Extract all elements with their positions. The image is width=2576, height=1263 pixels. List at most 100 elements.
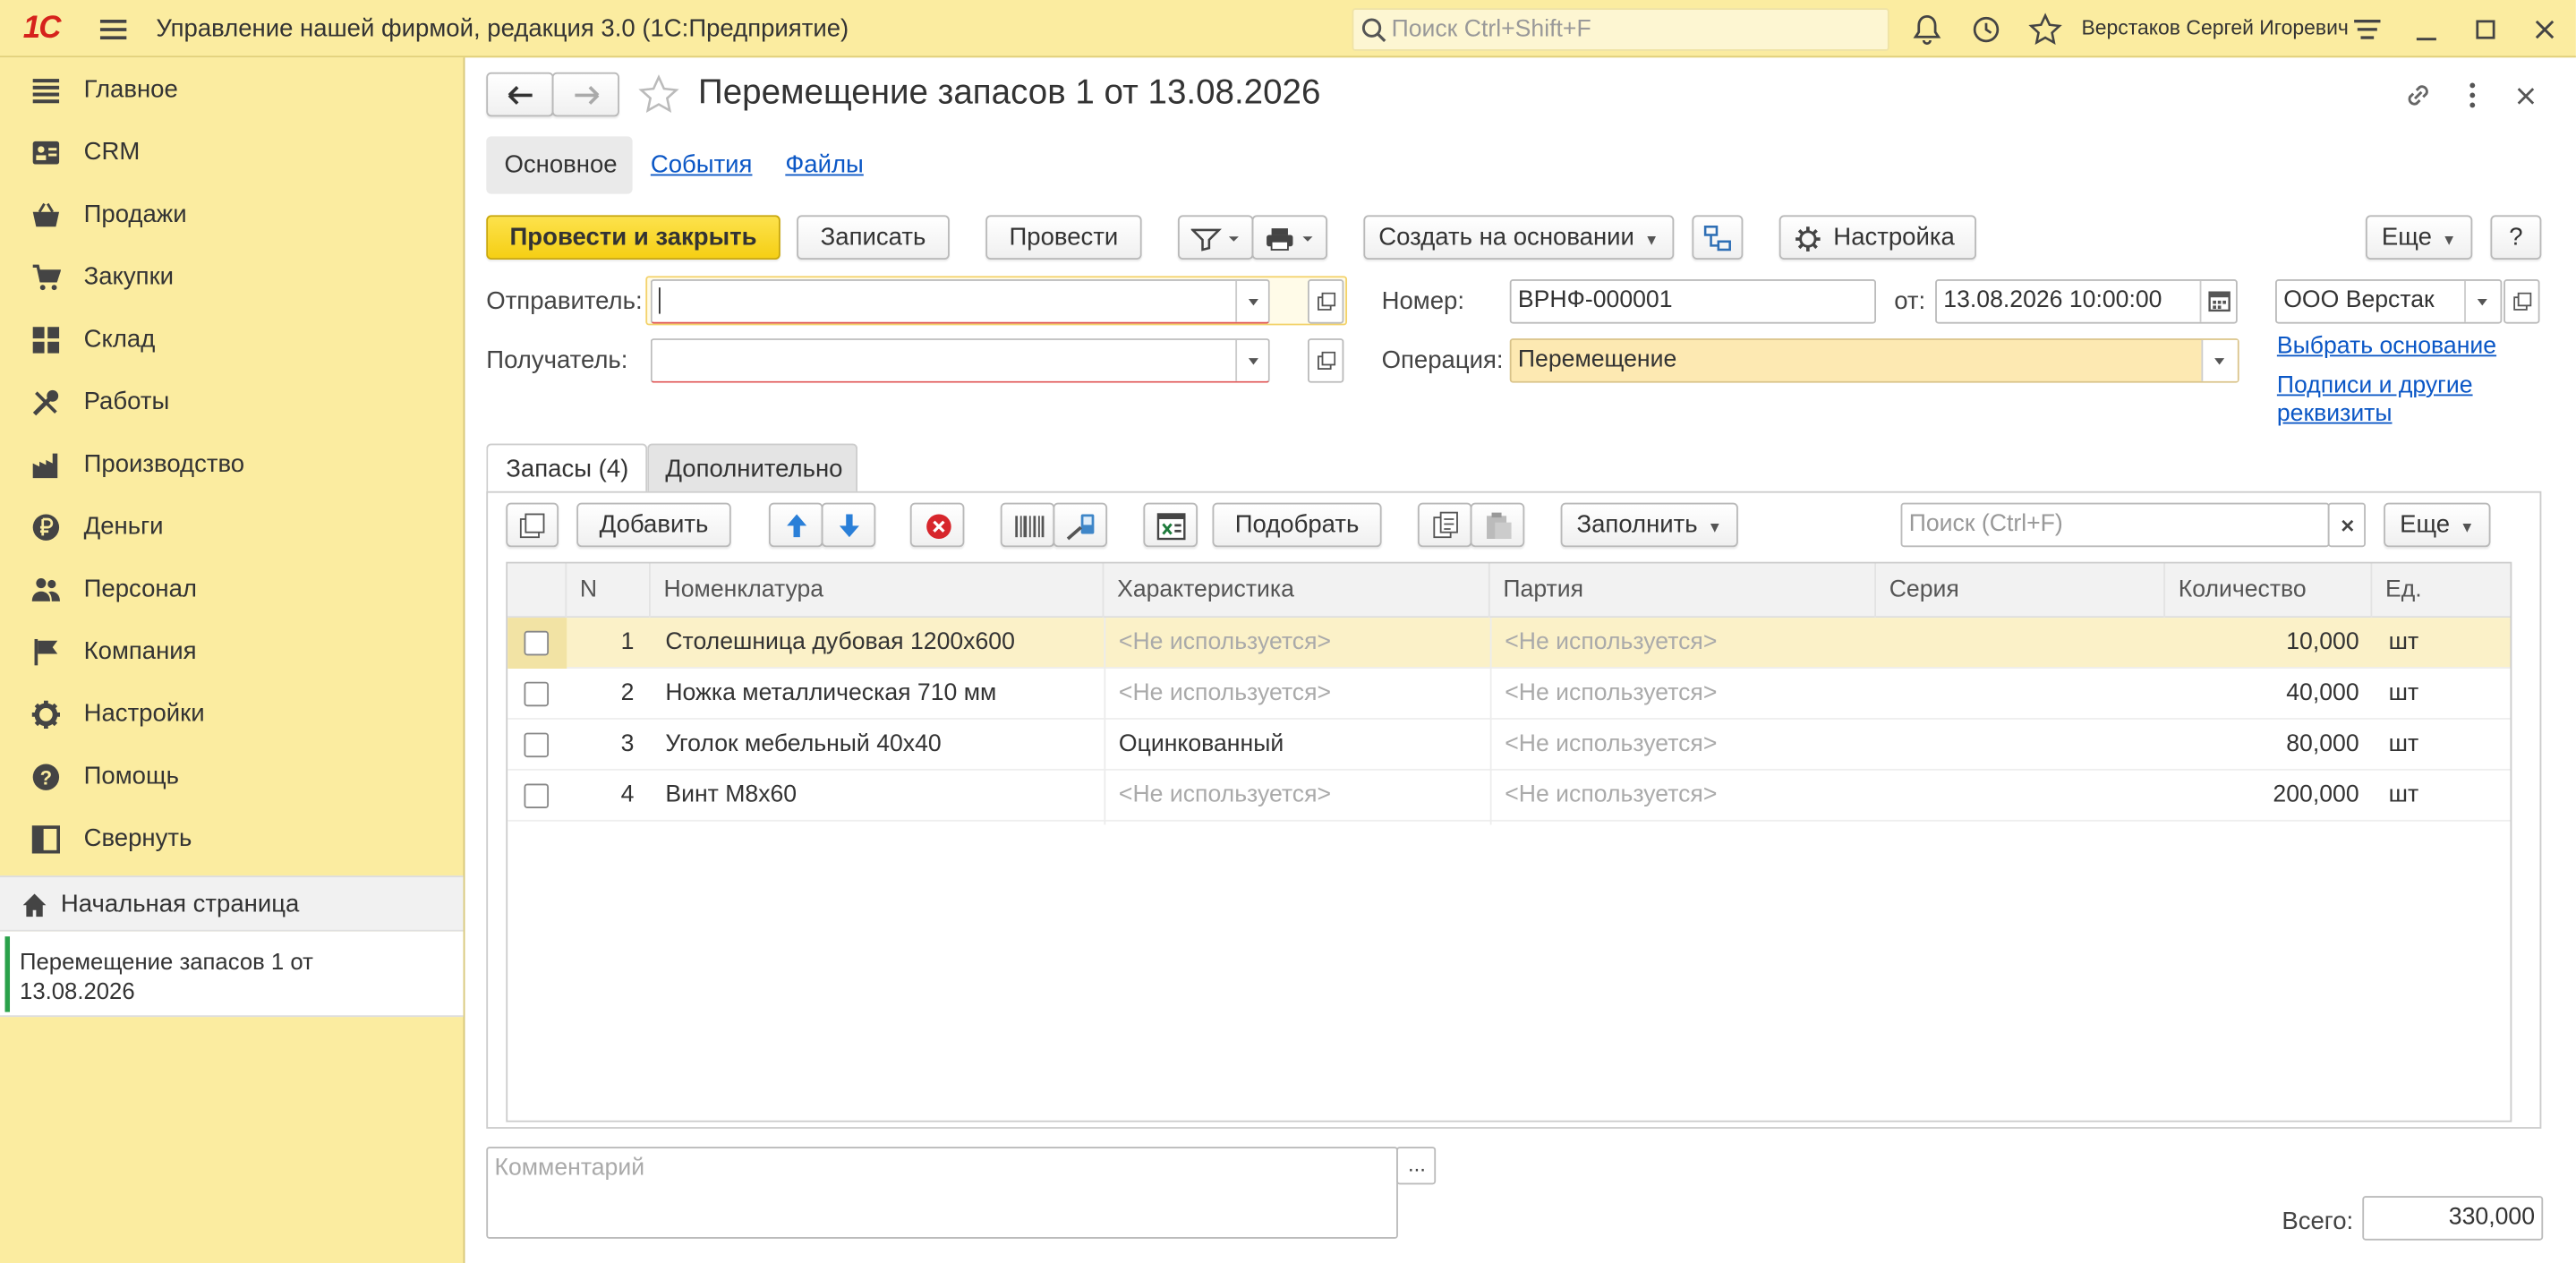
- tab-main[interactable]: Основное: [486, 136, 633, 194]
- maximize-icon[interactable]: [2468, 12, 2503, 47]
- post-and-close-button[interactable]: Провести и закрыть: [486, 215, 780, 260]
- date-input[interactable]: 13.08.2026 10:00:00: [1935, 279, 2238, 324]
- column-n[interactable]: N: [567, 563, 651, 619]
- more-label: Еще: [2381, 223, 2432, 252]
- open-link-icon: [1317, 351, 1336, 370]
- signatures-link[interactable]: Подписи и другие реквизиты: [2277, 373, 2556, 429]
- row-checkbox[interactable]: [524, 783, 550, 809]
- sidebar-item-company[interactable]: Компания: [0, 621, 464, 684]
- copy-rows-button[interactable]: [506, 502, 559, 548]
- close-window-icon[interactable]: [2527, 12, 2563, 47]
- column-characteristic[interactable]: Характеристика: [1104, 563, 1490, 619]
- tab-additional[interactable]: Дополнительно: [647, 443, 858, 493]
- notifications-bell-icon[interactable]: [1909, 12, 1945, 47]
- choose-basis-link[interactable]: Выбрать основание: [2277, 334, 2496, 360]
- minimize-icon[interactable]: [2409, 12, 2444, 47]
- tab-events[interactable]: События: [651, 151, 753, 179]
- paste-icon: [1487, 512, 1512, 540]
- history-icon[interactable]: [1968, 12, 2004, 47]
- copy-to-clipboard-button[interactable]: [1417, 502, 1472, 548]
- organization-select[interactable]: ООО Верстак: [2275, 279, 2503, 324]
- row-checkbox[interactable]: [524, 681, 550, 707]
- settings-button[interactable]: Настройка: [1778, 215, 1976, 260]
- sidebar-item-works[interactable]: Работы: [0, 371, 464, 434]
- open-window-tab[interactable]: Перемещение запасов 1 от 13.08.2026: [0, 931, 464, 1018]
- tab-files[interactable]: Файлы: [785, 151, 863, 179]
- more-actions-icon[interactable]: [2458, 77, 2487, 113]
- settings-menu-icon[interactable]: [2350, 12, 2385, 47]
- sidebar-item-money[interactable]: Деньги: [0, 496, 464, 559]
- column-series[interactable]: Серия: [1876, 563, 2166, 619]
- row-checkbox[interactable]: [524, 630, 550, 656]
- clear-search-button[interactable]: [2327, 502, 2366, 548]
- filter-icon: [1190, 228, 1239, 252]
- filter-dropdown-button[interactable]: [1177, 215, 1254, 260]
- post-button[interactable]: Провести: [985, 215, 1142, 260]
- receiver-open-button[interactable]: [1307, 338, 1344, 383]
- back-button[interactable]: [486, 72, 554, 117]
- column-quantity[interactable]: Количество: [2165, 563, 2373, 619]
- add-row-button[interactable]: Добавить: [576, 502, 731, 548]
- link-icon[interactable]: [2401, 77, 2436, 113]
- home-page-link[interactable]: Начальная страница: [0, 875, 464, 932]
- fill-button[interactable]: Заполнить ▼: [1560, 502, 1738, 548]
- barcode-button[interactable]: [1000, 502, 1055, 548]
- sidebar-item-warehouse[interactable]: Склад: [0, 309, 464, 371]
- main-menu-icon[interactable]: [95, 13, 131, 47]
- scanner-button[interactable]: [1053, 502, 1108, 548]
- delete-row-button[interactable]: [909, 502, 965, 548]
- forward-button[interactable]: [551, 72, 619, 117]
- sender-input[interactable]: [650, 279, 1270, 324]
- print-dropdown-button[interactable]: [1251, 215, 1328, 260]
- table-search-input[interactable]: Поиск (Ctrl+F): [1900, 502, 2330, 548]
- structure-button[interactable]: [1692, 215, 1744, 260]
- comment-textarea[interactable]: Комментарий: [486, 1147, 1398, 1239]
- table-row[interactable]: 2 Ножка металлическая 710 мм <Не использ…: [508, 669, 2511, 720]
- number-input[interactable]: ВРНФ-000001: [1509, 279, 1877, 324]
- sender-open-button[interactable]: [1307, 279, 1344, 324]
- excel-import-button[interactable]: [1143, 502, 1198, 548]
- tab-stocks[interactable]: Запасы (4): [486, 443, 648, 493]
- sidebar-item-crm[interactable]: CRM: [0, 122, 464, 184]
- favorite-star-icon[interactable]: [637, 74, 680, 117]
- sender-dropdown-arrow[interactable]: [1235, 280, 1268, 322]
- receiver-dropdown-arrow[interactable]: [1235, 339, 1268, 381]
- comment-expand-button[interactable]: ...: [1396, 1147, 1437, 1185]
- save-button[interactable]: Записать: [797, 215, 950, 260]
- move-down-button[interactable]: [821, 502, 876, 548]
- organization-dropdown-arrow[interactable]: [2464, 280, 2500, 322]
- stocks-panel: Добавить Подобрать Заполнить ▼ Поиск (Ct…: [486, 491, 2542, 1129]
- current-user[interactable]: Верстаков Сергей Игоревич: [2081, 16, 2348, 39]
- column-item[interactable]: Номенклатура: [651, 563, 1105, 619]
- operation-select[interactable]: Перемещение: [1509, 338, 2239, 383]
- pick-items-button[interactable]: Подобрать: [1212, 502, 1382, 548]
- table-more-button[interactable]: Еще ▼: [2384, 502, 2491, 548]
- column-unit[interactable]: Ед.: [2372, 564, 2510, 619]
- sidebar-item-settings[interactable]: Настройки: [0, 684, 464, 747]
- sidebar-item-personnel[interactable]: Персонал: [0, 559, 464, 621]
- table-row[interactable]: 3 Уголок мебельный 40х40 Оцинкованный <Н…: [508, 720, 2511, 771]
- table-row[interactable]: 1 Столешница дубовая 1200х600 <Не исполь…: [508, 618, 2511, 670]
- favorites-star-icon[interactable]: [2027, 12, 2063, 47]
- calendar-icon[interactable]: [2199, 280, 2236, 322]
- global-search-input[interactable]: Поиск Ctrl+Shift+F: [1352, 8, 1889, 51]
- operation-dropdown-arrow[interactable]: [2201, 339, 2238, 381]
- create-based-on-button[interactable]: Создать на основании ▼: [1363, 215, 1675, 260]
- sidebar-item-help[interactable]: ? Помощь: [0, 746, 464, 808]
- organization-open-button[interactable]: [2503, 279, 2540, 324]
- help-button[interactable]: ?: [2490, 215, 2542, 260]
- sidebar-item-main[interactable]: Главное: [0, 59, 464, 122]
- receiver-input[interactable]: [650, 338, 1270, 383]
- table-row[interactable]: 4 Винт М8х60 <Не используется> <Не испол…: [508, 771, 2511, 822]
- move-up-button[interactable]: [768, 502, 823, 548]
- paste-button[interactable]: [1470, 502, 1525, 548]
- close-form-icon[interactable]: [2510, 77, 2543, 113]
- more-button[interactable]: Еще ▼: [2365, 215, 2473, 260]
- sidebar-item-production[interactable]: Производство: [0, 434, 464, 497]
- sidebar-item-purchases[interactable]: Закупки: [0, 246, 464, 309]
- table-search-placeholder: Поиск (Ctrl+F): [1908, 510, 2063, 538]
- sidebar-item-sales[interactable]: Продажи: [0, 184, 464, 247]
- column-batch[interactable]: Партия: [1490, 563, 1877, 619]
- sidebar-item-collapse[interactable]: Свернуть: [0, 808, 464, 871]
- row-checkbox[interactable]: [524, 732, 550, 758]
